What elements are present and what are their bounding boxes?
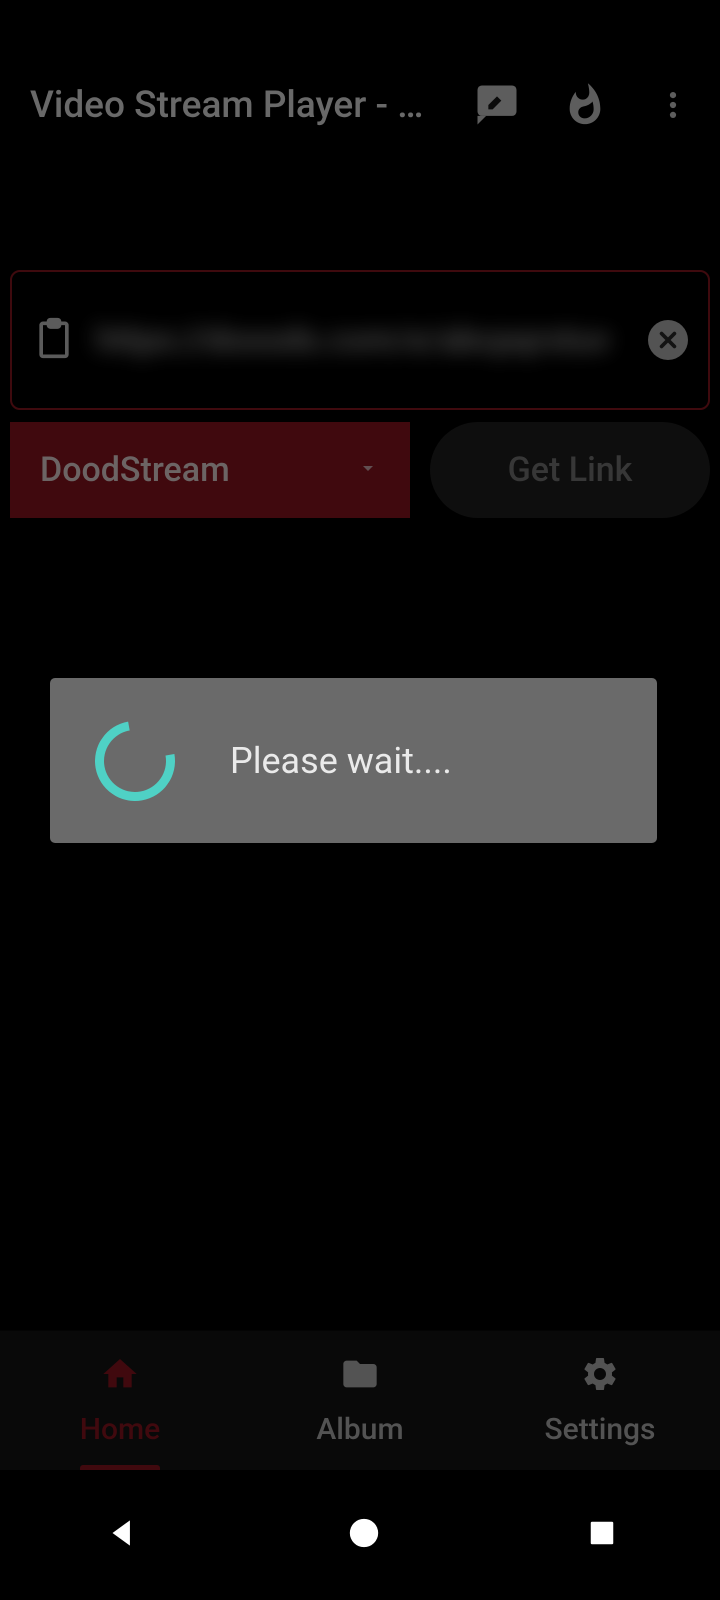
- bottom-nav: Home Album Settings: [0, 1330, 720, 1470]
- dialog-message: Please wait....: [230, 740, 452, 782]
- nav-label: Album: [316, 1412, 403, 1447]
- nav-label: Settings: [544, 1412, 655, 1447]
- more-icon[interactable]: [638, 70, 708, 140]
- recent-button[interactable]: [587, 1518, 617, 1552]
- status-bar: [0, 0, 720, 50]
- get-link-label: Get Link: [508, 450, 633, 490]
- home-icon: [100, 1354, 140, 1402]
- nav-album[interactable]: Album: [240, 1331, 480, 1470]
- url-text: https://dooods.com/e/abcpqrstuv: [96, 320, 628, 361]
- home-button[interactable]: [347, 1516, 381, 1554]
- nav-home[interactable]: Home: [0, 1331, 240, 1470]
- trending-icon[interactable]: [550, 70, 620, 140]
- back-button[interactable]: [103, 1514, 141, 1556]
- nav-label: Home: [80, 1412, 161, 1447]
- url-input-box[interactable]: https://dooods.com/e/abcpqrstuv: [10, 270, 710, 410]
- get-link-button[interactable]: Get Link: [430, 422, 710, 518]
- clear-input-button[interactable]: [648, 320, 688, 360]
- main-content: https://dooods.com/e/abcpqrstuv DoodStre…: [0, 160, 720, 518]
- clipboard-icon[interactable]: [32, 312, 76, 368]
- folder-icon: [340, 1354, 380, 1402]
- feedback-icon[interactable]: [462, 70, 532, 140]
- nav-settings[interactable]: Settings: [480, 1331, 720, 1470]
- gear-icon: [580, 1354, 620, 1402]
- system-nav-bar: [0, 1470, 720, 1600]
- app-bar: Video Stream Player - D…: [0, 50, 720, 160]
- chevron-down-icon: [356, 456, 380, 484]
- spinner-icon: [79, 705, 190, 816]
- app-title: Video Stream Player - D…: [30, 84, 444, 127]
- provider-dropdown[interactable]: DoodStream: [10, 422, 410, 518]
- provider-label: DoodStream: [40, 450, 230, 490]
- loading-dialog: Please wait....: [50, 678, 657, 843]
